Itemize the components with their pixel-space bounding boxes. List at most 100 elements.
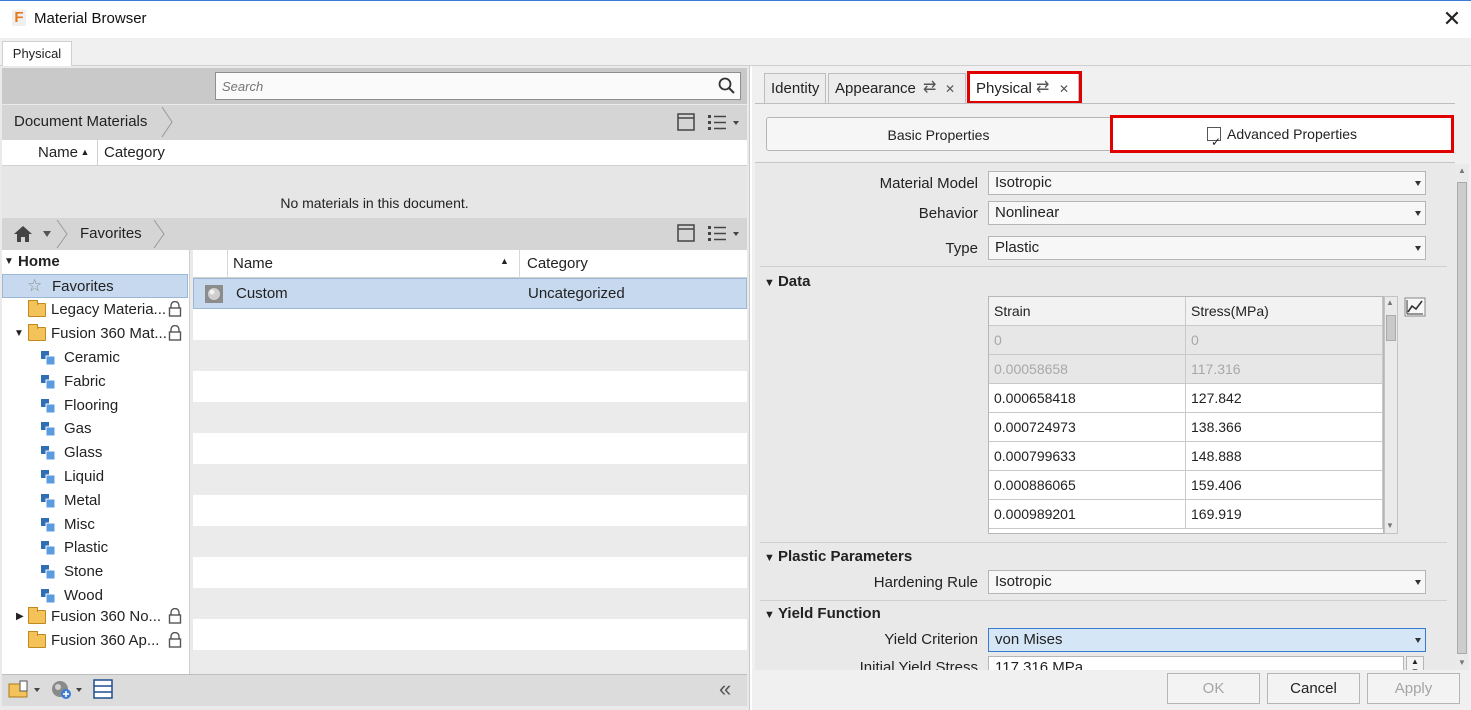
tree-item-category[interactable]: Gas [2,417,188,441]
tree-item-favorites[interactable]: ☆ Favorites [2,274,188,298]
table-cell[interactable]: 148.888 [1186,442,1383,471]
expand-arrow-icon[interactable]: ▼ [14,322,24,346]
table-cell[interactable]: 159.406 [1186,471,1383,500]
tree-item-category[interactable]: Stone [2,560,188,584]
tree-item-category[interactable]: Liquid [2,465,188,489]
collapse-panel-icon[interactable]: « [719,677,731,701]
title-bar [0,0,1471,38]
ok-button[interactable]: OK [1167,673,1260,704]
tab-identity[interactable]: Identity [764,73,826,103]
scroll-thumb[interactable] [1386,315,1396,341]
expand-arrow-icon[interactable]: ▼ [4,250,14,274]
apply-button[interactable]: Apply [1367,673,1460,704]
close-button[interactable]: ✕ [1440,6,1464,32]
stepper-icon[interactable]: ▲▼ [1406,656,1424,670]
select-value: Isotropic [995,573,1052,590]
breadcrumb-chevron-icon [153,219,165,249]
tree-item-category[interactable]: Flooring [2,394,188,418]
scroll-down-icon[interactable]: ▼ [1386,521,1394,530]
table-cell[interactable]: 138.366 [1186,413,1383,442]
tree-item-category[interactable]: Fabric [2,370,188,394]
table-column-header[interactable]: Stress(MPa) [1186,297,1383,326]
tree-item-category[interactable]: Ceramic [2,346,188,370]
table-cell[interactable]: 0 [989,326,1186,355]
close-tab-icon[interactable]: ✕ [945,74,955,104]
create-material-icon[interactable] [50,678,84,700]
home-icon[interactable] [13,224,33,244]
tab-physical-top[interactable]: Physical [2,41,72,67]
table-cell[interactable]: 0 [1186,326,1383,355]
lock-icon [168,608,182,624]
material-model-select[interactable]: Isotropic [988,171,1426,195]
tree-item-label: Plastic [64,539,109,557]
table-scrollbar[interactable]: ▲ ▼ [1384,296,1398,534]
toggle-editor-icon[interactable] [93,679,113,699]
home-dropdown-icon[interactable] [42,230,52,238]
column-header-name[interactable]: Name ▲ [38,144,89,161]
tree-item-category[interactable]: Plastic [2,536,188,560]
hardening-rule-select[interactable]: Isotropic [988,570,1426,594]
initial-yield-stress-input[interactable]: 117.316 MPa [988,656,1404,670]
breadcrumb-document-materials[interactable]: Document Materials [14,105,147,139]
table-cell[interactable]: 0.000724973 [989,413,1186,442]
table-cell[interactable]: 0.00058658 [989,355,1186,384]
tree-item-home[interactable]: ▼ Home [2,250,188,274]
tab-appearance[interactable]: Appearance ⇄ ✕ [828,73,966,103]
list-options-icon[interactable] [706,223,742,243]
stress-strain-table[interactable]: Strain Stress(MPa) 0 0 0.00058658 117.316 0.00… [988,296,1384,534]
scroll-up-icon[interactable]: ▲ [1458,166,1466,175]
collapse-arrow-icon[interactable]: ▶ [16,605,24,629]
table-column-header[interactable]: Strain [989,297,1186,326]
basic-properties-button[interactable]: Basic Properties [766,117,1111,151]
yield-criterion-select[interactable]: von Mises [988,628,1426,652]
cancel-button[interactable]: Cancel [1267,673,1360,704]
behavior-select[interactable]: Nonlinear [988,201,1426,225]
swap-icon[interactable]: ⇄ [923,73,936,103]
list-options-icon[interactable] [706,112,742,132]
tree-item-category[interactable]: Glass [2,441,188,465]
yield-function-header[interactable]: ▼ Yield Function [764,605,881,622]
scroll-down-icon[interactable]: ▼ [1458,658,1466,667]
tree-item-label: Gas [64,420,92,438]
table-cell[interactable]: 169.919 [1186,500,1383,529]
breadcrumb-favorites[interactable]: Favorites [80,218,142,250]
view-toggle-icon[interactable] [677,224,695,242]
lock-icon [168,632,182,648]
chart-icon[interactable] [1404,297,1426,317]
list-item[interactable]: Custom Uncategorized [193,278,747,309]
search-icon[interactable] [717,76,737,96]
collapse-arrow-icon[interactable]: ▼ [764,609,778,621]
scroll-thumb[interactable] [1457,182,1467,654]
view-toggle-icon[interactable] [677,113,695,131]
section-title: Plastic Parameters [777,548,913,565]
collapse-arrow-icon[interactable]: ▼ [764,552,778,564]
collapse-arrow-icon[interactable]: ▼ [764,277,778,289]
table-cell[interactable]: 117.316 [1186,355,1383,384]
tree-item-fusion-360-nonlinear[interactable]: ▶ Fusion 360 No... [2,605,188,629]
tree-item-category[interactable]: Metal [2,489,188,513]
table-cell[interactable]: 0.000886065 [989,471,1186,500]
list-column-header-name[interactable]: Name [233,255,273,272]
column-header-name-label: Name [38,144,79,161]
search-input[interactable] [215,72,741,100]
scroll-up-icon[interactable]: ▲ [1386,298,1394,307]
tree-item-legacy-materials[interactable]: Legacy Materia... [2,298,188,322]
list-column-header-category[interactable]: Category [527,255,588,272]
type-select[interactable]: Plastic [988,236,1426,260]
open-library-icon[interactable] [8,679,42,699]
data-section-header[interactable]: ▼ Data [764,273,810,290]
plastic-parameters-header[interactable]: ▼ Plastic Parameters [764,548,912,565]
table-cell[interactable]: 0.000799633 [989,442,1186,471]
tree-item-label: Fusion 360 Ap... [51,632,160,649]
column-header-category[interactable]: Category [104,144,165,161]
table-cell[interactable]: 0.000989201 [989,500,1186,529]
list-row-empty [193,433,747,464]
folder-icon [28,300,46,317]
table-cell[interactable]: 0.000658418 [989,384,1186,413]
tree-item-fusion-360-materials[interactable]: ▼ Fusion 360 Mat... [2,322,188,346]
tree-item-category[interactable]: Misc [2,513,188,537]
tree-item-fusion-360-appearance[interactable]: Fusion 360 Ap... [2,629,188,653]
properties-scrollbar[interactable]: ▲ ▼ [1455,164,1469,670]
list-row-empty [193,402,747,433]
table-cell[interactable]: 127.842 [1186,384,1383,413]
